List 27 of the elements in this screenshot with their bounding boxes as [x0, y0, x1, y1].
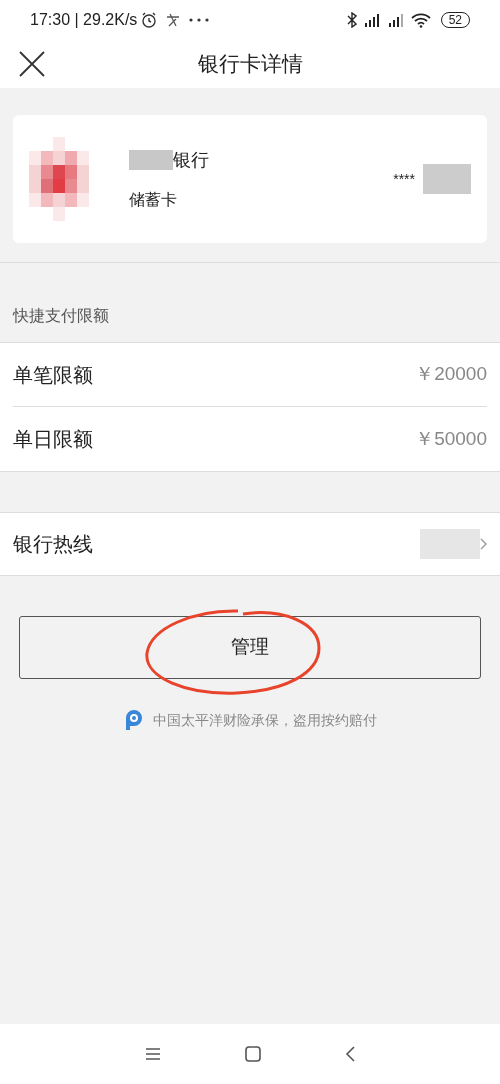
- more-icon: [189, 18, 210, 22]
- manage-button[interactable]: 管理: [19, 616, 481, 679]
- redacted-block: [420, 529, 480, 559]
- home-icon[interactable]: [245, 1046, 261, 1062]
- bluetooth-icon: [346, 12, 357, 28]
- insurance-note: 中国太平洋财险承保，盗用按约赔付: [153, 710, 377, 730]
- window-title: 银行卡详情: [197, 51, 303, 78]
- menu-icon[interactable]: [145, 1048, 161, 1060]
- wifi-icon: [410, 12, 431, 28]
- card-number-mask: ****: [393, 169, 415, 189]
- limit-label: 单笔限额: [13, 362, 93, 388]
- limit-label: 单日限额: [13, 427, 93, 452]
- card-type: 储蓄卡: [129, 189, 178, 210]
- back-icon[interactable]: [345, 1046, 355, 1062]
- signal-icon: [386, 12, 405, 28]
- close-icon[interactable]: [19, 51, 45, 77]
- limit-value: ￥50000: [415, 426, 487, 451]
- bank-name: 银行: [173, 148, 209, 172]
- hotline-label: 银行热线: [13, 532, 93, 557]
- hotline-row[interactable]: 银行热线: [0, 512, 500, 576]
- status-time: 17:30 | 29.2K/s: [30, 10, 138, 30]
- chevron-right-icon: [480, 538, 487, 550]
- limit-value: ￥20000: [415, 362, 487, 387]
- redacted-block: [423, 164, 471, 194]
- alarm-icon: [141, 12, 158, 28]
- signal-icon: [362, 12, 381, 28]
- redacted-block: [129, 150, 173, 170]
